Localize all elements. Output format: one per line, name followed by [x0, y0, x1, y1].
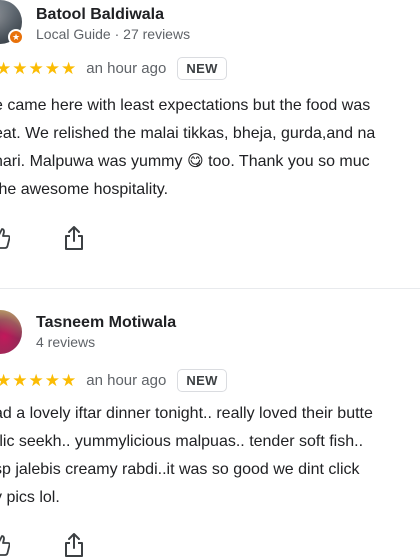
review-actions — [0, 532, 420, 560]
reviewer-name[interactable]: Batool Baldiwala — [36, 6, 164, 24]
share-icon[interactable] — [63, 532, 85, 558]
review-text-line: nari. Malpuwa was yummy 😋 too. Thank you… — [0, 153, 370, 170]
star-rating: ★ ★ ★ ★ ★ — [0, 372, 76, 389]
review-text-line: ad a lovely iftar dinner tonight.. reall… — [0, 405, 373, 422]
divider — [0, 288, 420, 289]
thumbs-up-icon[interactable] — [0, 534, 10, 556]
new-badge: NEW — [177, 368, 227, 392]
review-time: an hour ago — [86, 371, 167, 389]
review-text-line: eat. We relished the malai tikkas, bheja… — [0, 125, 376, 142]
reviews-list: ★ Batool Baldiwala Local Guide · 27 revi… — [0, 0, 420, 560]
new-badge: NEW — [177, 56, 227, 80]
star-icon: ★ — [28, 58, 44, 78]
star-icon: ★ — [44, 370, 60, 390]
review-time: an hour ago — [86, 59, 167, 77]
star-icon: ★ — [61, 58, 77, 78]
share-icon[interactable] — [63, 225, 85, 251]
star-icon: ★ — [0, 58, 12, 78]
review-text[interactable]: e came here with least expectations but … — [0, 92, 420, 204]
reviewer-meta: Local Guide · 27 reviews — [36, 26, 191, 42]
review-text-line: e came here with least expectations but … — [0, 97, 371, 114]
rating-row: ★ ★ ★ ★ ★ an hour ago NEW — [0, 56, 227, 80]
review-text[interactable]: ad a lovely iftar dinner tonight.. reall… — [0, 400, 420, 512]
review-text-line: the awesome hospitality. — [0, 181, 169, 198]
star-icon: ★ — [12, 58, 28, 78]
local-guide-badge-icon: ★ — [8, 29, 24, 45]
review-text-line: rlic seekh.. yummylicious malpuas.. tend… — [0, 433, 364, 450]
avatar[interactable] — [0, 310, 22, 354]
thumbs-up-icon[interactable] — [0, 227, 10, 249]
star-icon: ★ — [61, 370, 77, 390]
star-icon: ★ — [12, 370, 28, 390]
star-icon: ★ — [28, 370, 44, 390]
star-icon: ★ — [44, 58, 60, 78]
review-text-line: sp jalebis creamy rabdi..it was so good … — [0, 461, 360, 478]
rating-row: ★ ★ ★ ★ ★ an hour ago NEW — [0, 368, 227, 392]
star-rating: ★ ★ ★ ★ ★ — [0, 60, 76, 77]
reviewer-name[interactable]: Tasneem Motiwala — [36, 314, 176, 332]
review-actions — [0, 225, 420, 255]
star-icon: ★ — [0, 370, 12, 390]
review-text-line: y pics lol. — [0, 489, 60, 506]
reviewer-meta: 4 reviews — [36, 334, 96, 350]
